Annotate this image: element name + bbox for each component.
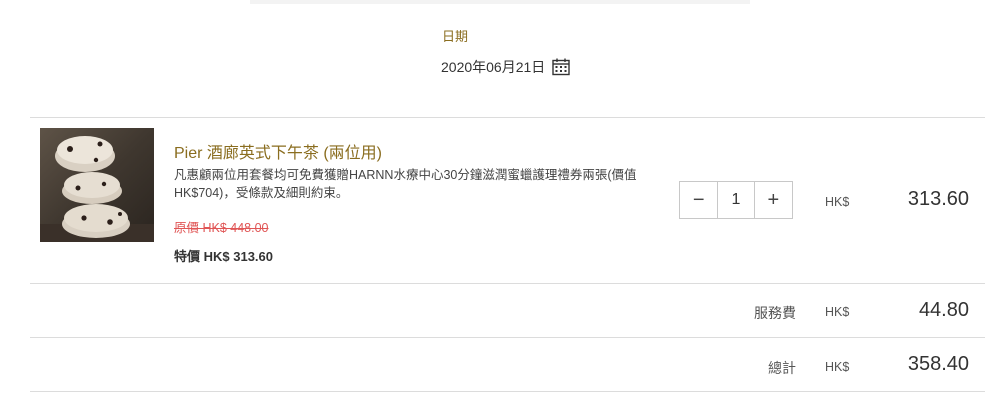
original-price: 原價 HK$ 448.00 (174, 221, 269, 235)
service-fee-currency: HK$ (825, 305, 850, 319)
date-label: 日期 (441, 29, 468, 44)
divider-service (30, 337, 985, 338)
special-price: 特價 HK$ 313.60 (174, 249, 273, 264)
quantity-value[interactable]: 1 (717, 182, 755, 218)
decrement-button[interactable]: − (680, 182, 718, 218)
divider-total (30, 391, 985, 392)
total-currency: HK$ (825, 360, 850, 374)
total-label: 總計 (768, 360, 796, 376)
date-picker[interactable]: 2020年06月21日 (441, 56, 571, 78)
item-currency: HK$ (825, 195, 850, 209)
increment-button[interactable]: + (754, 182, 793, 218)
quantity-stepper[interactable]: − 1 + (679, 181, 793, 219)
calendar-icon[interactable] (551, 57, 571, 77)
service-fee-amount: 44.80 (918, 299, 969, 321)
top-strip (250, 0, 750, 4)
date-value[interactable]: 2020年06月21日 (441, 57, 545, 77)
total-amount: 358.40 (907, 353, 969, 375)
divider-top (30, 117, 985, 118)
item-line-total: 313.60 (907, 188, 969, 210)
service-fee-label: 服務費 (754, 305, 796, 321)
scone-stack-image[interactable] (40, 128, 154, 242)
product-title[interactable]: Pier 酒廊英式下午茶 (兩位用) (174, 139, 382, 163)
product-description: 凡惠顧兩位用套餐均可免費獲贈HARNN水療中心30分鐘滋潤蜜蠟護理禮券兩張(價值… (174, 168, 637, 200)
divider-item (30, 283, 985, 284)
